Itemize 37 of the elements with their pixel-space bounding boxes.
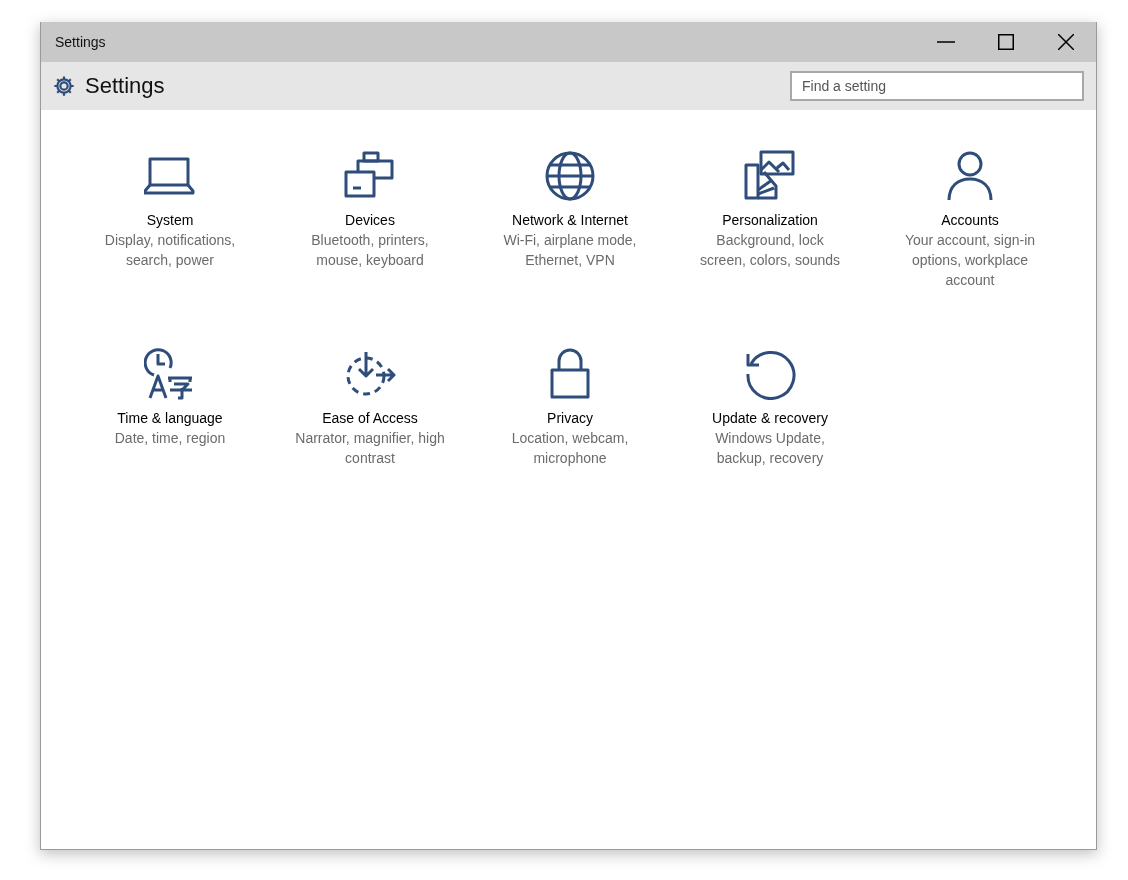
category-title: Network & Internet xyxy=(512,211,628,230)
category-description: Display, notifications, search, power xyxy=(103,231,237,270)
settings-icon xyxy=(53,75,75,97)
settings-category[interactable]: System Display, notifications, search, power xyxy=(70,148,270,290)
category-description: Wi-Fi, airplane mode, Ethernet, VPN xyxy=(502,231,638,270)
category-title: System xyxy=(146,211,194,230)
category-title: Accounts xyxy=(941,211,999,230)
settings-category[interactable]: Update & recovery Windows Update, backup, recovery xyxy=(670,346,870,468)
close-icon xyxy=(1058,34,1074,50)
category-title: Privacy xyxy=(547,409,593,428)
window-title: Settings xyxy=(55,34,106,50)
category-title: Personalization xyxy=(722,211,818,230)
category-description: Location, webcam, microphone xyxy=(510,429,630,468)
settings-category[interactable]: Ease of Access Narrator, magnifier, high contrast xyxy=(270,346,470,468)
category-description: Background, lock screen, colors, sounds xyxy=(698,231,842,270)
picture-palette-icon xyxy=(744,150,796,202)
settings-category[interactable]: Accounts Your account, sign-in options, workplace account xyxy=(870,148,1070,290)
settings-category[interactable]: Time & language Date, time, region xyxy=(70,346,270,468)
category-title: Ease of Access xyxy=(322,409,418,428)
globe-icon xyxy=(544,150,596,202)
settings-category[interactable]: Personalization Background, lock screen, colors, sounds xyxy=(670,148,870,290)
circular-arrow-icon xyxy=(744,348,796,400)
category-description: Windows Update, backup, recovery xyxy=(714,429,826,468)
category-description: Narrator, magnifier, high contrast xyxy=(295,429,445,468)
category-title: Devices xyxy=(345,211,395,230)
search-field[interactable]: Find a setting xyxy=(790,71,1084,101)
settings-category[interactable]: Network & Internet Wi-Fi, airplane mode, Ethernet, VPN xyxy=(470,148,670,290)
settings-category[interactable]: Devices Bluetooth, printers, mouse, keyboard xyxy=(270,148,470,290)
category-title: Time & language xyxy=(117,409,223,428)
settings-category[interactable]: Privacy Location, webcam, microphone xyxy=(470,346,670,468)
page-title: Settings xyxy=(85,73,165,99)
category-description: Your account, sign-in options, workplace account xyxy=(903,231,1037,290)
category-description: Bluetooth, printers, mouse, keyboard xyxy=(310,231,430,270)
maximize-icon xyxy=(998,34,1014,50)
category-title: Update & recovery xyxy=(712,409,828,428)
minimize-icon xyxy=(937,41,955,43)
category-description: Date, time, region xyxy=(113,429,227,448)
